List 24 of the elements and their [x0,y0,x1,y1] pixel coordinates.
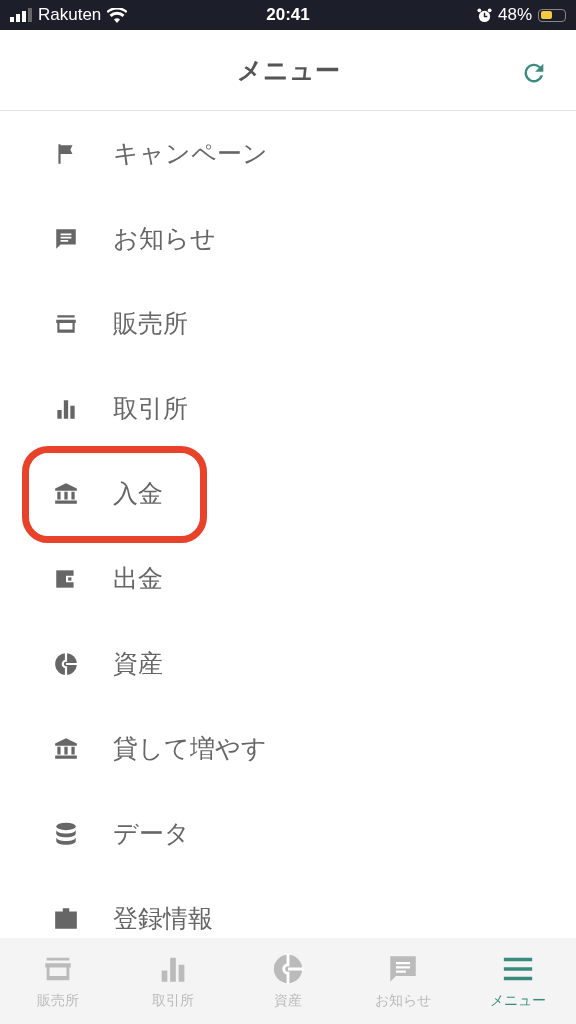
menu-item[interactable]: 資産 [113,647,163,680]
pie-chart-icon [53,650,79,677]
menu-item[interactable]: 出金 [113,562,163,595]
tab-bar-item[interactable]: メニュー [460,938,576,1024]
battery-percent: 48% [498,5,532,25]
page-title: メニュー [236,54,340,87]
menu-item[interactable]: 貸して増やす [113,732,267,765]
alarm-clock-icon [477,7,492,23]
menu-item[interactable]: 入金 [113,477,163,510]
menu-item[interactable]: 販売所 [113,307,188,340]
menu-item[interactable]: キャンペーン [113,137,268,170]
menu-item[interactable]: 登録情報 [113,902,213,935]
bank-icon [53,480,79,507]
menu-item[interactable]: 取引所 [113,392,188,425]
bank-icon [53,735,79,762]
pie-chart-icon [271,952,305,986]
clock-time: 20:41 [266,5,310,25]
battery-icon [538,8,566,22]
menu-item[interactable]: お知らせ [113,222,216,255]
carrier-name: Rakuten [38,5,102,25]
wifi-icon [107,7,128,23]
database-icon [53,820,79,847]
signal-icon [10,8,32,22]
menu-item[interactable]: データ [113,817,190,850]
